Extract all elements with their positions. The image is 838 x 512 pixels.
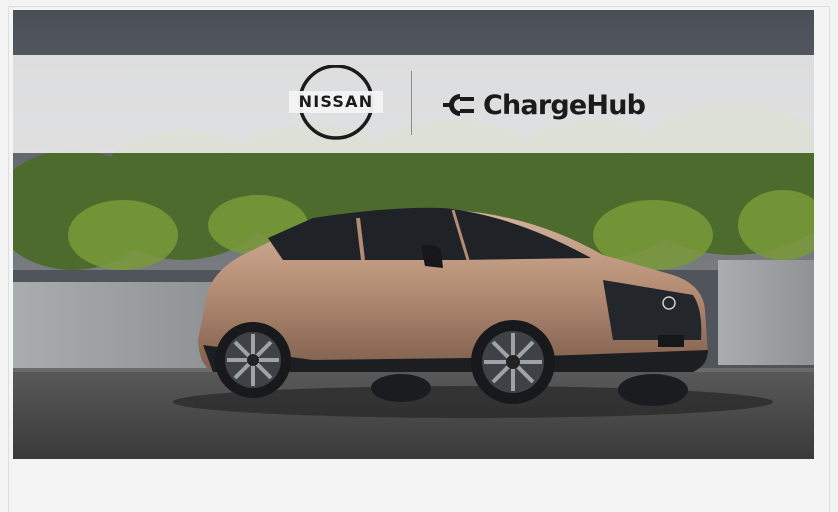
chargehub-wordmark: ChargeHub	[483, 89, 646, 121]
hero-image: NISSAN ChargeHub	[13, 10, 814, 459]
chargehub-logo: ChargeHub	[443, 85, 646, 125]
nissan-logo: NISSAN	[289, 64, 383, 143]
plug-icon	[443, 94, 474, 116]
nissan-wordmark: NISSAN	[289, 91, 383, 113]
logo-divider	[411, 71, 412, 135]
logo-band: NISSAN ChargeHub	[13, 55, 814, 153]
